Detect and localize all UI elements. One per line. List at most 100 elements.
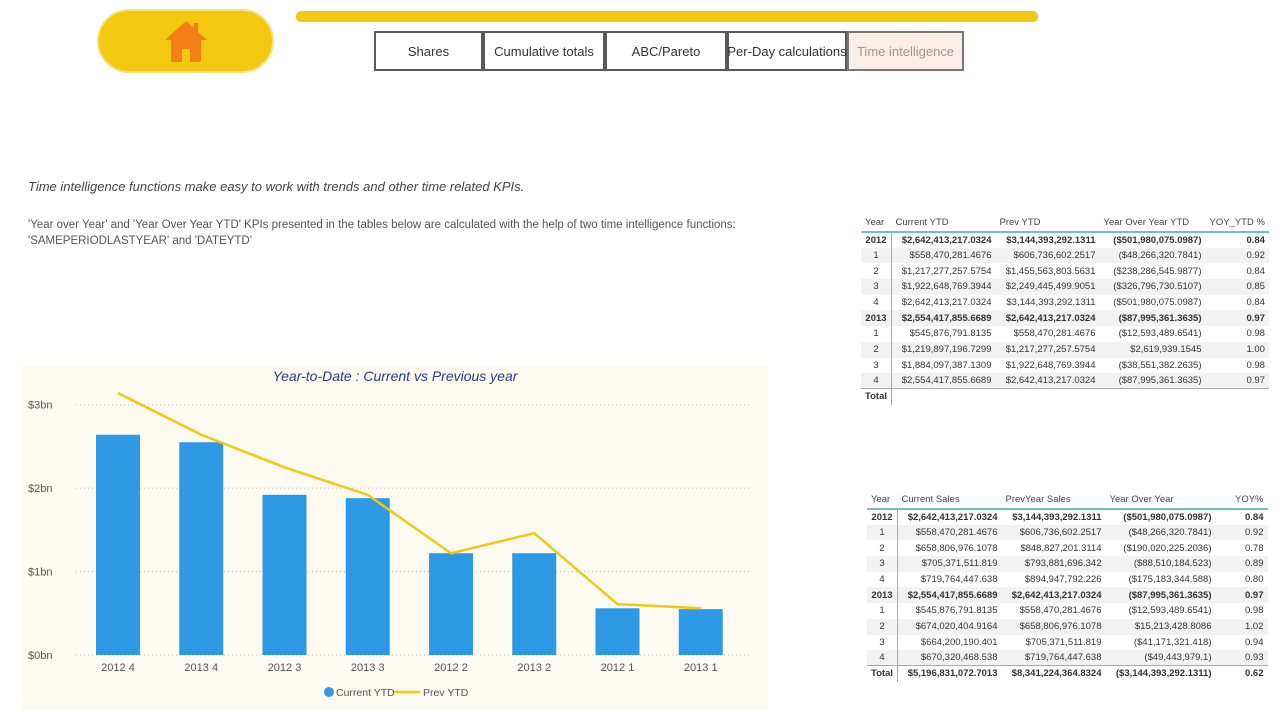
- bar: [678, 609, 723, 655]
- table-cell: $1,922,648,769.3944: [1005, 359, 1096, 371]
- table-cell: Total: [867, 665, 898, 682]
- table-cell: 0.80: [1245, 574, 1264, 586]
- table-cell: $894,947,792.226: [1024, 574, 1102, 586]
- table-cell: $2,554,417,855.6689: [891, 310, 996, 327]
- table-cell: 1: [867, 603, 898, 619]
- table-row: 2 $658,806,976.1078 $848,827,201.3114 ($190…: [867, 540, 1268, 557]
- x-tick-label: 2012 4: [101, 662, 135, 674]
- table-header-cell: YOY_YTD %: [1209, 217, 1265, 228]
- table-cell: ($501,980,075.0987): [1113, 297, 1202, 309]
- table-cell: ($87,995,361.3635): [1105, 587, 1216, 604]
- table-cell: $719,764,447.638: [920, 574, 998, 586]
- table-cell: 2: [861, 263, 892, 280]
- table-cell: ($3,144,393,292.1311): [1105, 665, 1216, 682]
- table-cell: ($48,266,320.7841): [1099, 247, 1206, 264]
- table-row: 3 $705,371,511.819 $793,881,696.342 ($88,51…: [867, 556, 1268, 572]
- table-cell: 2012: [867, 509, 898, 525]
- table-cell: ($12,593,489.6541): [1118, 328, 1202, 340]
- y-tick-label: $1bn: [28, 567, 52, 579]
- sales-table: Year Current Sales PrevYear Sales Year Over…: [867, 491, 1268, 682]
- table-cell: ($87,995,361.3635): [1099, 373, 1206, 389]
- table-cell: $793,881,696.342: [1001, 556, 1106, 572]
- table-cell: $3,144,393,292.1311: [1012, 511, 1102, 523]
- table-cell: 0.84: [1246, 297, 1265, 309]
- tab-time-intelligence[interactable]: Time intelligence: [847, 31, 964, 71]
- table-cell: $2,554,417,855.6689: [897, 587, 1002, 604]
- bar: [179, 442, 224, 655]
- table-cell: $848,827,201.3114: [1020, 542, 1102, 554]
- table-cell: $1,217,277,257.5754: [995, 341, 1100, 358]
- table-total-row: Total: [861, 388, 1269, 405]
- table-cell: 4: [861, 373, 892, 389]
- table-cell: 1: [861, 247, 892, 264]
- x-tick-label: 2012 1: [601, 662, 635, 674]
- table-cell: 0.89: [1215, 556, 1268, 572]
- table-group-row: 2013 $2,554,417,855.6689 $2,642,413,217.03…: [867, 587, 1268, 604]
- table-row: 4 $719,764,447.638 $894,947,792.226 ($175,1…: [867, 571, 1268, 588]
- x-tick-label: 2013 2: [517, 662, 551, 674]
- table-cell: $719,764,447.638: [1001, 650, 1106, 666]
- legend-label: Current YTD: [336, 687, 395, 699]
- y-tick-label: $2bn: [28, 483, 52, 495]
- table-cell: 4: [867, 571, 898, 588]
- x-tick-label: 2013 1: [684, 662, 718, 674]
- table-cell: ($501,980,075.0987): [1113, 234, 1202, 246]
- x-tick-label: 2013 4: [184, 662, 218, 674]
- table-cell: ($41,171,321.418): [1133, 636, 1212, 648]
- table-cell: [995, 388, 1100, 405]
- table-cell: ($38,551,382.2635): [1118, 359, 1202, 371]
- ytd-chart: $0bn $1bn $2bn $3bn 2012 4 2013 4 2012 3 2013 3…: [28, 391, 752, 699]
- x-tick-label: 2012 2: [434, 662, 468, 674]
- table-cell: $2,642,413,217.0324: [995, 310, 1100, 327]
- table-row: 2 $1,217,277,257.5754 $1,455,563,803.5631 (…: [861, 263, 1269, 280]
- table-row: 1 $545,876,791.8135 $558,470,281.4676 ($12,…: [861, 326, 1269, 342]
- table-cell: $606,736,602.2517: [1001, 524, 1106, 541]
- table-cell: ($175,183,344.588): [1128, 574, 1212, 586]
- table-cell: $705,371,511.819: [897, 556, 1002, 572]
- table-cell: $2,249,445,499.9051: [995, 279, 1100, 295]
- table-cell: $5,196,831,072.7013: [897, 665, 1002, 682]
- bar: [345, 498, 390, 655]
- table-cell: ($190,020,225.2036): [1123, 542, 1212, 554]
- table-cell: 0.92: [1215, 524, 1268, 541]
- table-cell: $658,806,976.1078: [1001, 618, 1106, 635]
- table-cell: $2,642,413,217.0324: [907, 511, 998, 523]
- table-cell: 2012: [861, 232, 892, 248]
- sales-table-container: Year Current Sales PrevYear Sales Year Over…: [867, 491, 1268, 682]
- table-cell: $2,554,417,855.6689: [891, 373, 996, 389]
- table-cell: $705,371,511.819: [1025, 636, 1102, 648]
- table-cell: Total: [861, 388, 892, 405]
- table-cell: ($238,286,545.9877): [1113, 265, 1202, 277]
- table-cell: 1: [861, 326, 892, 342]
- table-cell: 0.97: [1205, 310, 1269, 327]
- table-cell: 3: [861, 279, 892, 295]
- table-cell: ($501,980,075.0987): [1123, 511, 1212, 523]
- ytd-table-container: Year Current YTD Prev YTD Year Over Year YT…: [861, 214, 1269, 405]
- x-tick-label: 2013 3: [351, 662, 385, 674]
- table-row: 1 $558,470,281.4676 $606,736,602.2517 ($48,…: [861, 247, 1269, 264]
- table-cell: $3,144,393,292.1311: [1006, 234, 1096, 246]
- table-row: 2 $1,219,897,196.7299 $1,217,277,257.5754 $…: [861, 341, 1269, 358]
- table-cell: 0.84: [1245, 511, 1264, 523]
- table-group-row: 2013 $2,554,417,855.6689 $2,642,413,217.03…: [861, 310, 1269, 327]
- table-cell: ($49,443,979.1): [1105, 650, 1216, 666]
- table-cell: 0.62: [1215, 665, 1268, 682]
- table-cell: ($12,593,489.6541): [1128, 605, 1212, 617]
- table-cell: 0.94: [1245, 636, 1264, 648]
- table-cell: $545,876,791.8135: [915, 605, 998, 617]
- table-cell: $1,217,277,257.5754: [901, 265, 992, 277]
- table-row: 2 $674,020,404.9164 $658,806,976.1078 $15,2…: [867, 618, 1268, 635]
- table-cell: [891, 388, 996, 405]
- table-cell: $1,455,563,803.5631: [1005, 265, 1096, 277]
- table-header-cell: Current Sales: [901, 494, 960, 505]
- table-row: 4 $2,642,413,217.0324 $3,144,393,292.1311 (…: [861, 294, 1269, 311]
- table-cell: 1.00: [1205, 341, 1269, 358]
- table-cell: 2: [861, 341, 892, 358]
- table-group-row: 2012 $2,642,413,217.0324 $3,144,393,292.13…: [861, 232, 1269, 248]
- legend-label: Prev YTD: [423, 687, 469, 699]
- table-header-cell: YOY%: [1234, 494, 1264, 505]
- table-cell: 2: [867, 618, 898, 635]
- legend-marker-current-ytd: [324, 687, 334, 697]
- table-cell: $1,922,648,769.3944: [891, 279, 996, 295]
- table-header-cell: PrevYear Sales: [1005, 494, 1071, 505]
